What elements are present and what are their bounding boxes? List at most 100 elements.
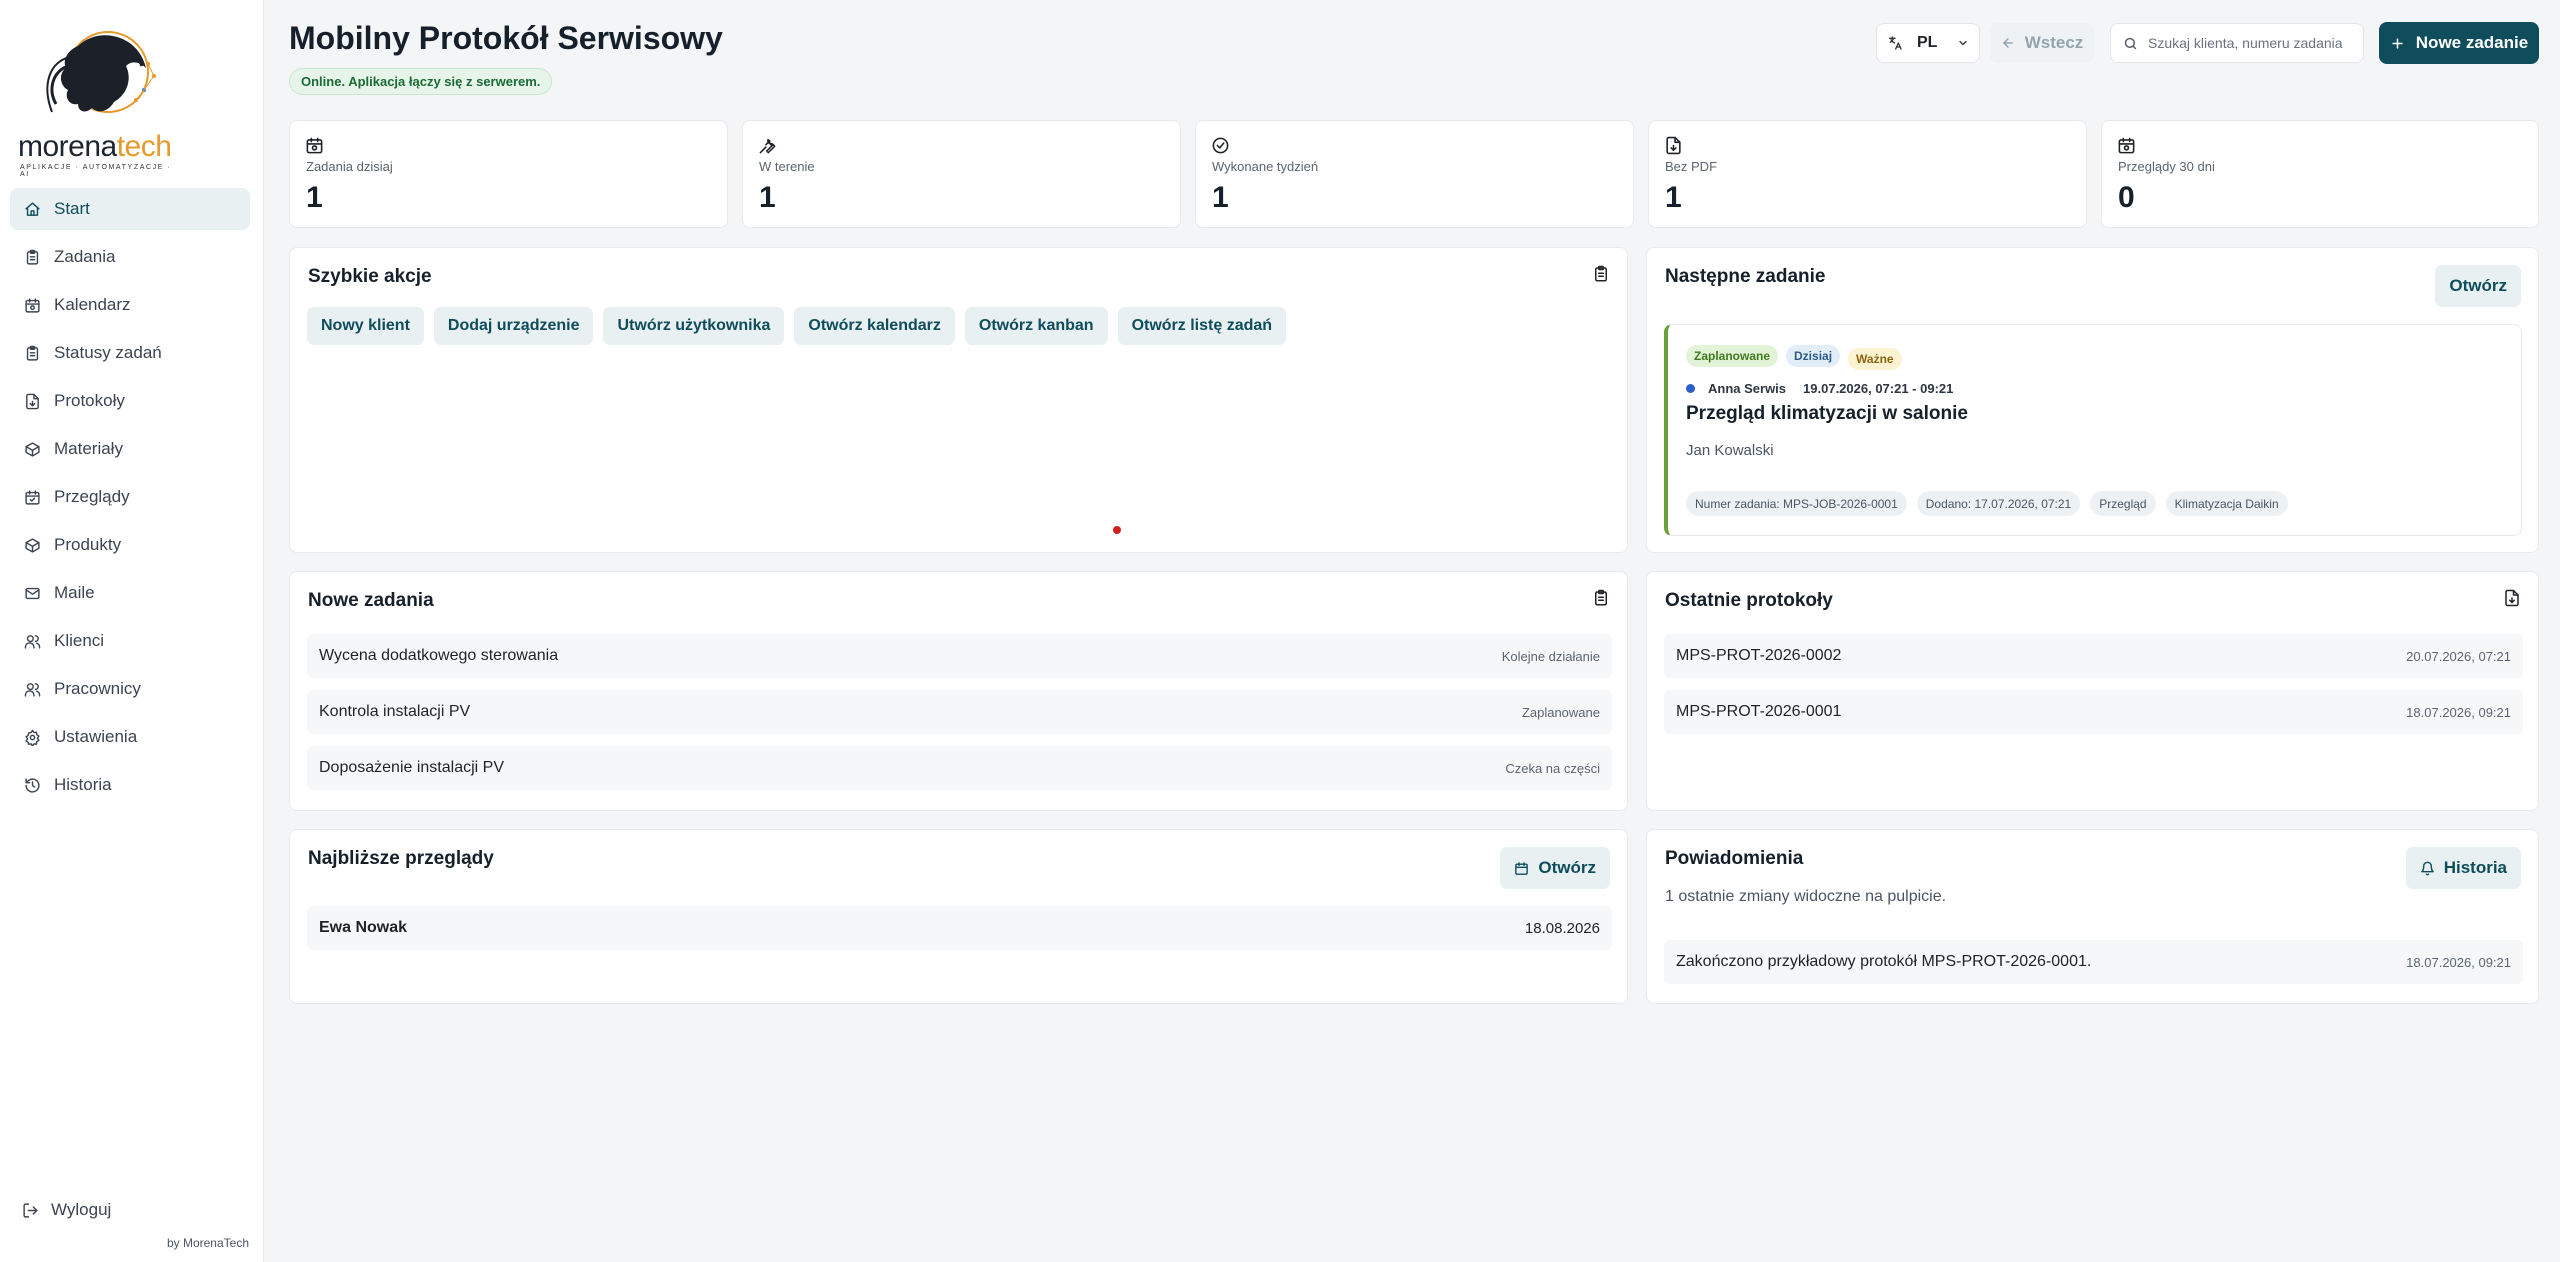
- calendar-icon: [2118, 137, 2135, 154]
- gear-icon: [25, 729, 40, 746]
- stat-card[interactable]: Zadania dzisiaj 1: [289, 120, 728, 228]
- search-input[interactable]: [2148, 35, 2348, 51]
- back-label: Wstecz: [2024, 33, 2084, 52]
- row-primary: Zakończono przykładowy protokół MPS-PROT…: [1676, 953, 2092, 970]
- wrench-icon: [759, 138, 776, 154]
- logo-face-icon: [46, 31, 156, 113]
- sidebar-item-maile[interactable]: Maile: [10, 572, 250, 614]
- stat-card[interactable]: W terenie 1: [742, 120, 1181, 228]
- next-task-open-label: Otwórz: [2449, 276, 2507, 295]
- task-row[interactable]: Kontrola instalacji PV Zaplanowane: [307, 690, 1612, 734]
- sidebar-item-ustawienia[interactable]: Ustawienia: [10, 716, 250, 758]
- stat-label: Wykonane tydzień: [1212, 159, 1319, 174]
- sidebar-item-materiały[interactable]: Materiały: [10, 428, 250, 470]
- sidebar-item-pracownicy[interactable]: Pracownicy: [10, 668, 250, 710]
- sidebar-item-kalendarz[interactable]: Kalendarz: [10, 284, 250, 326]
- protocol-row[interactable]: MPS-PROT-2026-0002 20.07.2026, 07:21: [1664, 634, 2523, 678]
- quick-action-button[interactable]: Otwórz kalendarz: [794, 307, 955, 345]
- sidebar-item-statusy-zadań[interactable]: Statusy zadań: [10, 332, 250, 374]
- notifications-history-label: Historia: [2443, 858, 2507, 877]
- sidebar-item-przeglądy[interactable]: Przeglądy: [10, 476, 250, 518]
- search-icon: [2124, 37, 2137, 49]
- task-badge: Klimatyzacja Daikin: [2165, 491, 2288, 516]
- mail-icon: [25, 587, 40, 599]
- calendar-check-icon: [25, 489, 40, 505]
- sidebar-item-protokoły[interactable]: Protokoły: [10, 380, 250, 422]
- quick-action-button[interactable]: Otwórz kanban: [964, 307, 1108, 345]
- inspections-open-label: Otwórz: [1538, 858, 1596, 877]
- quick-action-button[interactable]: Dodaj urządzenie: [433, 307, 594, 345]
- check-circle-icon: [1212, 137, 1229, 154]
- row-meta: Zaplanowane: [1521, 704, 1600, 720]
- sidebar-item-label: Historia: [54, 775, 112, 794]
- next-task-item[interactable]: Zaplanowane Dzisiaj Ważne Anna Serwis 19.0…: [1664, 324, 2522, 536]
- clipboard-icon: [1595, 589, 1607, 606]
- notification-row[interactable]: Zakończono przykładowy protokół MPS-PROT…: [1664, 940, 2523, 984]
- row-meta: 18.07.2026, 09:21: [2406, 954, 2511, 970]
- quick-action-button[interactable]: Utwórz użytkownika: [603, 307, 785, 345]
- technician-color-dot: [1686, 384, 1695, 393]
- task-tag: Dzisiaj: [1786, 345, 1841, 367]
- home-icon: [25, 201, 40, 216]
- task-row[interactable]: Doposażenie instalacji PV Czeka na części: [307, 746, 1612, 790]
- calendar-icon: [1515, 861, 1529, 875]
- brand-logo[interactable]: morenatech APLIKACJE · AUTOMATYZACJE · A…: [8, 16, 178, 178]
- logout-label: Wyloguj: [51, 1200, 112, 1219]
- connection-status-badge: Online. Aplikacja łączy się z serwerem.: [289, 68, 553, 95]
- upcoming-inspections-title: Najbliższe przeglądy: [308, 848, 494, 869]
- translate-icon: [1889, 36, 1902, 50]
- stat-icon-wrap: [1664, 136, 1683, 155]
- page-title: Mobilny Protokół Serwisowy: [289, 20, 723, 56]
- row-meta: Czeka na części: [1505, 760, 1600, 776]
- chevron-down-icon: [1959, 40, 1967, 46]
- sidebar-item-start[interactable]: Start: [10, 188, 250, 230]
- protocol-row[interactable]: MPS-PROT-2026-0001 18.07.2026, 09:21: [1664, 690, 2523, 734]
- logout-button[interactable]: Wyloguj: [22, 1200, 111, 1220]
- inspection-row[interactable]: Ewa Nowak 18.08.2026: [307, 906, 1612, 950]
- task-badges: Numer zadania: MPS-JOB-2026-0001 Dodano: …: [1686, 491, 2288, 516]
- task-client: Jan Kowalski: [1686, 442, 1774, 459]
- box-icon: [25, 537, 40, 553]
- row-primary: MPS-PROT-2026-0002: [1676, 647, 1842, 664]
- sidebar-item-label: Klienci: [54, 631, 105, 650]
- recent-protocols-card: Ostatnie protokoły MPS-PROT-2026-0002 20.…: [1646, 571, 2539, 811]
- brand-tagline: APLIKACJE · AUTOMATYZACJE · AI: [20, 164, 172, 178]
- task-tag: Zaplanowane: [1686, 345, 1779, 367]
- task-row[interactable]: Wycena dodatkowego sterowania Kolejne dzi…: [307, 634, 1612, 678]
- task-badge: Dodano: 17.07.2026, 07:21: [1916, 491, 2081, 516]
- stat-label: Przeglądy 30 dni: [2118, 159, 2215, 174]
- inspections-open-button[interactable]: Otwórz: [1500, 847, 1610, 889]
- stat-card[interactable]: Wykonane tydzień 1: [1195, 120, 1634, 228]
- stat-card[interactable]: Przeglądy 30 dni 0: [2101, 120, 2539, 228]
- sidebar-item-historia[interactable]: Historia: [10, 764, 250, 806]
- clipboard-icon: [1595, 265, 1607, 282]
- quick-actions-list: Nowy klient Dodaj urządzenie Utwórz użytko…: [307, 307, 1287, 345]
- new-task-button[interactable]: Nowe zadanie: [2379, 22, 2539, 64]
- notifications-history-button[interactable]: Historia: [2405, 847, 2521, 889]
- task-meta: Anna Serwis 19.07.2026, 07:21 - 09:21: [1686, 381, 1953, 396]
- language-select[interactable]: PL: [1876, 23, 1980, 63]
- sidebar-item-label: Zadania: [54, 247, 116, 266]
- back-button[interactable]: Wstecz: [1990, 23, 2094, 63]
- task-tag: Ważne: [1848, 348, 1902, 370]
- sidebar: morenatech APLIKACJE · AUTOMATYZACJE · A…: [0, 0, 264, 1262]
- search-box[interactable]: [2110, 23, 2364, 63]
- sidebar-item-zadania[interactable]: Zadania: [10, 236, 250, 278]
- next-task-open-button[interactable]: Otwórz: [2435, 265, 2521, 307]
- sidebar-item-klienci[interactable]: Klienci: [10, 620, 250, 662]
- stat-icon-wrap: [2117, 136, 2136, 155]
- stat-label: Zadania dzisiaj: [306, 159, 393, 174]
- stat-card[interactable]: Bez PDF 1: [1648, 120, 2087, 228]
- users-icon: [24, 682, 41, 697]
- sidebar-item-produkty[interactable]: Produkty: [10, 524, 250, 566]
- row-primary: Kontrola instalacji PV: [319, 703, 471, 720]
- users-icon: [24, 634, 41, 649]
- history-icon: [25, 777, 40, 793]
- calendar-icon: [306, 137, 323, 154]
- byline: by MorenaTech: [166, 1236, 249, 1250]
- quick-action-button[interactable]: Otwórz listę zadań: [1117, 307, 1287, 345]
- stat-icon-wrap: [305, 136, 324, 155]
- row-meta: 18.07.2026, 09:21: [2406, 704, 2511, 720]
- quick-action-button[interactable]: Nowy klient: [307, 307, 424, 345]
- stat-value: 1: [1212, 181, 1229, 214]
